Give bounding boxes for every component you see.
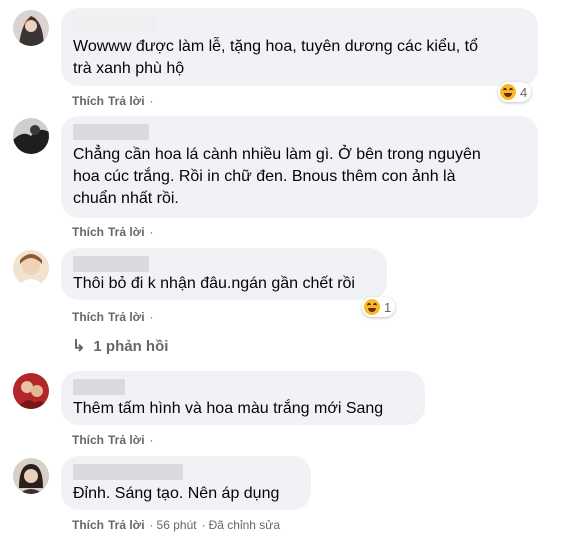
view-replies-link[interactable]: ↳ 1 phản hồi <box>72 336 168 356</box>
comment-actions: Thích Trả lời · <box>72 225 157 239</box>
comment-text: Đỉnh. Sáng tạo. Nên áp dụng <box>73 485 280 502</box>
avatar-image <box>13 458 49 494</box>
author-name-redacted[interactable] <box>73 379 125 395</box>
avatar[interactable] <box>13 250 49 286</box>
avatar-image <box>13 373 49 409</box>
comment-bubble: Wowww được làm lễ, tặng hoa, tuyên dương… <box>61 8 538 86</box>
replies-count-label: 1 phản hồi <box>93 337 169 355</box>
reply-link[interactable]: Trả lời <box>108 310 145 324</box>
reaction-count: 4 <box>520 84 528 100</box>
comment-text: Chẳng cần hoa lá cành nhiều làm gì. Ở bê… <box>73 146 481 207</box>
avatar[interactable] <box>13 118 49 154</box>
separator: · <box>149 433 154 447</box>
comment-text: Thôi bỏ đi k nhận đâu.ngán gần chết rồi <box>73 275 355 292</box>
author-name-redacted[interactable] <box>73 464 183 480</box>
author-name-redacted[interactable] <box>73 124 149 140</box>
comment-text: Wowww được làm lễ, tặng hoa, tuyên dương… <box>73 38 478 77</box>
avatar[interactable] <box>13 373 49 409</box>
avatar[interactable] <box>13 10 49 46</box>
reaction-count: 1 <box>384 299 392 315</box>
reaction-badge[interactable]: 4 <box>498 82 532 102</box>
like-link[interactable]: Thích <box>72 225 104 239</box>
avatar-image <box>13 118 49 154</box>
comment-bubble: Chẳng cần hoa lá cành nhiều làm gì. Ở bê… <box>61 116 538 218</box>
comment-actions: Thích Trả lời · <box>72 94 157 108</box>
comment-actions: Thích Trả lời · <box>72 310 157 324</box>
separator: · <box>201 518 206 532</box>
separator: · <box>149 225 154 239</box>
author-name-redacted[interactable] <box>73 16 157 32</box>
like-link[interactable]: Thích <box>72 310 104 324</box>
comment-actions: Thích Trả lời · 56 phút · Đã chỉnh sửa <box>72 518 284 532</box>
reaction-badge[interactable]: 1 <box>362 297 396 317</box>
comment-bubble: Thêm tấm hình và hoa màu trắng mới Sang <box>61 371 425 425</box>
like-link[interactable]: Thích <box>72 94 104 108</box>
avatar[interactable] <box>13 458 49 494</box>
timestamp[interactable]: 56 phút <box>157 518 197 532</box>
reply-link[interactable]: Trả lời <box>108 518 145 532</box>
haha-emoji-icon <box>500 84 516 100</box>
separator: · <box>149 94 154 108</box>
like-link[interactable]: Thích <box>72 518 104 532</box>
haha-emoji-icon <box>364 299 380 315</box>
comment-actions: Thích Trả lời · <box>72 433 157 447</box>
edited-label[interactable]: Đã chỉnh sửa <box>209 518 280 532</box>
reply-link[interactable]: Trả lời <box>108 94 145 108</box>
like-link[interactable]: Thích <box>72 433 104 447</box>
separator: · <box>149 310 154 324</box>
reply-arrow-icon: ↳ <box>72 338 86 355</box>
comment-bubble: Thôi bỏ đi k nhận đâu.ngán gần chết rồi <box>61 248 387 300</box>
avatar-image <box>13 250 49 286</box>
reply-link[interactable]: Trả lời <box>108 433 145 447</box>
comment-bubble: Đỉnh. Sáng tạo. Nên áp dụng <box>61 456 311 510</box>
avatar-image <box>13 10 49 46</box>
comment-text: Thêm tấm hình và hoa màu trắng mới Sang <box>73 400 384 417</box>
separator: · <box>149 518 154 532</box>
reply-link[interactable]: Trả lời <box>108 225 145 239</box>
author-name-redacted[interactable] <box>73 256 149 272</box>
